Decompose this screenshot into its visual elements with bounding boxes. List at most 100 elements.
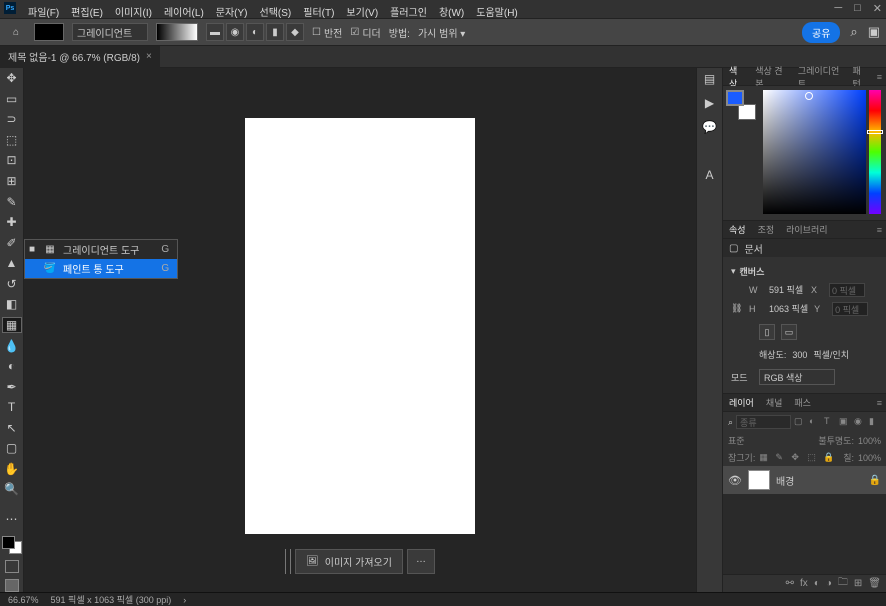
close-button[interactable]: ✕ <box>873 2 882 15</box>
filter-shape-icon[interactable]: ▣ <box>839 416 851 428</box>
dock-type-icon[interactable]: A <box>705 168 713 182</box>
panel-menu-icon[interactable]: ≡ <box>873 72 886 82</box>
filter-image-icon[interactable]: ▢ <box>794 416 806 428</box>
canvas-disclosure[interactable]: ▾캔버스 <box>731 263 878 280</box>
menu-plugin[interactable]: 플러그인 <box>390 4 427 19</box>
move-tool[interactable]: ✥ <box>2 70 22 87</box>
dither-checkbox[interactable]: ☑디더 <box>350 25 380 40</box>
hand-tool[interactable]: ✋ <box>2 461 22 478</box>
hue-cursor[interactable] <box>867 130 883 134</box>
gradient-radial-button[interactable]: ◉ <box>226 23 244 41</box>
foreground-color[interactable] <box>2 536 15 549</box>
menu-window[interactable]: 창(W) <box>439 4 464 19</box>
filter-smart-icon[interactable]: ◉ <box>854 416 866 428</box>
selection-tool[interactable]: ⬚ <box>2 132 22 149</box>
stamp-tool[interactable]: ▲ <box>2 255 22 272</box>
tab-adjustments[interactable]: 조정 <box>752 223 781 236</box>
layer-thumbnail[interactable] <box>748 470 770 490</box>
link-icon[interactable]: ⛓ <box>731 303 745 314</box>
opacity-field[interactable]: 100% <box>858 436 881 446</box>
document-canvas[interactable] <box>245 118 475 534</box>
width-field[interactable]: 591 픽셀 <box>767 282 807 297</box>
menu-view[interactable]: 보기(V) <box>346 4 378 19</box>
color-cursor[interactable] <box>805 92 813 100</box>
eyedropper-tool[interactable]: ✎ <box>2 193 22 210</box>
tab-channels[interactable]: 채널 <box>760 396 789 409</box>
adjustment-icon[interactable]: ◑ <box>826 578 832 589</box>
height-field[interactable]: 1063 픽셀 <box>767 301 810 316</box>
landscape-button[interactable]: ▭ <box>781 324 797 340</box>
edit-toolbar-button[interactable]: ⋯ <box>2 511 22 528</box>
path-tool[interactable]: ↖ <box>2 419 22 436</box>
link-layers-icon[interactable]: ⚯ <box>786 578 794 589</box>
document-tab[interactable]: 제목 없음-1 @ 66.7% (RGB/8) × <box>0 46 160 68</box>
pen-tool[interactable]: ✒ <box>2 378 22 395</box>
lock-pos-icon[interactable]: ✥ <box>791 452 803 464</box>
dock-comment-icon[interactable]: 💬 <box>702 120 717 134</box>
new-layer-icon[interactable]: ⊞ <box>854 578 862 589</box>
import-image-button[interactable]: 🖼 이미지 가져오기 <box>295 549 403 574</box>
lock-icon[interactable]: 🔒 <box>869 475 881 486</box>
group-icon[interactable]: 🗀 <box>838 575 848 592</box>
lock-nest-icon[interactable]: ⬚ <box>807 452 819 464</box>
dodge-tool[interactable]: ◐ <box>2 358 22 375</box>
doc-info[interactable]: 591 픽셀 x 1063 픽셀 (300 ppi) <box>51 593 172 606</box>
share-button[interactable]: 공유 <box>802 22 840 43</box>
gradient-angle-button[interactable]: ◐ <box>246 23 264 41</box>
heal-tool[interactable]: ✚ <box>2 214 22 231</box>
eraser-tool[interactable]: ◧ <box>2 296 22 313</box>
filter-adjust-icon[interactable]: ◐ <box>809 416 821 428</box>
fill-field[interactable]: 100% <box>858 453 881 463</box>
method-dropdown[interactable]: 가시 범위 ▾ <box>418 25 465 40</box>
gradient-diamond-button[interactable]: ◆ <box>286 23 304 41</box>
tool-preset-dropdown[interactable]: 그레이디언트 <box>72 23 148 41</box>
panel-menu-icon[interactable]: ≡ <box>873 225 886 235</box>
menu-select[interactable]: 선택(S) <box>260 4 292 19</box>
more-button[interactable]: … <box>407 549 435 574</box>
layer-name[interactable]: 배경 <box>776 473 794 488</box>
flyout-paint-bucket-tool[interactable]: 🪣 페인트 통 도구 G <box>25 259 177 278</box>
quickmask-button[interactable] <box>5 560 19 573</box>
panel-foreground-swatch[interactable] <box>726 90 744 106</box>
gradient-reflected-button[interactable]: ▮ <box>266 23 284 41</box>
menu-layer[interactable]: 레이어(L) <box>164 4 204 19</box>
panel-background-swatch[interactable] <box>738 104 756 120</box>
visibility-icon[interactable]: 👁 <box>728 474 742 487</box>
lock-all-icon[interactable]: 🔒 <box>823 452 835 464</box>
color-field[interactable] <box>763 90 866 214</box>
type-tool[interactable]: T <box>2 399 22 416</box>
zoom-tool[interactable]: 🔍 <box>2 481 22 498</box>
zoom-level[interactable]: 66.67% <box>8 595 39 605</box>
blend-mode-dropdown[interactable]: 표준 <box>728 434 745 447</box>
canvas-area[interactable]: 🖼 이미지 가져오기 … <box>24 68 696 592</box>
y-field[interactable]: 0 픽셀 <box>832 302 868 316</box>
menu-edit[interactable]: 편집(E) <box>71 4 103 19</box>
color-swatches[interactable] <box>2 536 22 554</box>
maximize-button[interactable]: □ <box>854 2 861 15</box>
mask-icon[interactable]: ◐ <box>814 578 820 589</box>
delete-layer-icon[interactable]: 🗑 <box>868 578 881 589</box>
menu-type[interactable]: 문자(Y) <box>216 4 248 19</box>
layer-row[interactable]: 👁 배경 🔒 <box>723 466 886 494</box>
status-menu-icon[interactable]: › <box>183 595 186 605</box>
shape-tool[interactable]: ▢ <box>2 440 22 457</box>
mode-dropdown[interactable]: RGB 색상 <box>759 369 835 385</box>
lock-paint-icon[interactable]: ✎ <box>775 452 787 464</box>
gradient-linear-button[interactable]: ▬ <box>206 23 224 41</box>
filter-type-icon[interactable]: T <box>824 416 836 428</box>
menu-file[interactable]: 파일(F) <box>28 4 59 19</box>
hue-slider[interactable] <box>869 90 881 214</box>
lock-trans-icon[interactable]: ▦ <box>759 452 771 464</box>
dock-learn-icon[interactable]: ▤ <box>704 72 715 86</box>
workspace-icon[interactable]: ▣ <box>868 24 880 40</box>
x-field[interactable]: 0 픽셀 <box>829 283 865 297</box>
brush-tool[interactable]: ✐ <box>2 234 22 251</box>
marquee-tool[interactable]: ▭ <box>2 91 22 108</box>
crop-tool[interactable]: ⊡ <box>2 152 22 169</box>
blur-tool[interactable]: 💧 <box>2 337 22 354</box>
panel-menu-icon[interactable]: ≡ <box>873 398 886 408</box>
tab-libraries[interactable]: 라이브러리 <box>780 223 833 236</box>
tab-properties[interactable]: 속성 <box>723 223 752 236</box>
tab-layers[interactable]: 레이어 <box>723 396 760 409</box>
frame-tool[interactable]: ⊞ <box>2 173 22 190</box>
